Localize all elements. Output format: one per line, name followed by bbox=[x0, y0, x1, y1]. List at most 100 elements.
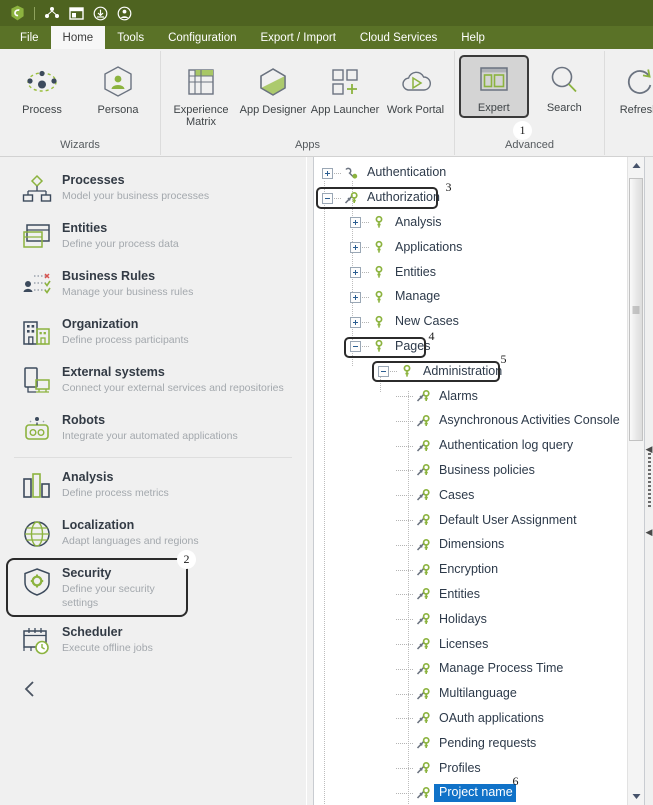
expander-plus-icon[interactable] bbox=[350, 316, 361, 328]
tree-node-default-user-assignment[interactable]: Default User Assignment bbox=[318, 508, 627, 533]
tree-node-dimensions[interactable]: Dimensions bbox=[318, 533, 627, 558]
persona-ribbon-button[interactable]: Persona bbox=[80, 57, 156, 120]
tree-node-asynchronous-activities-console[interactable]: Asynchronous Activities Console bbox=[318, 409, 627, 434]
sidebar-item-business-rules[interactable]: Business Rules Manage your business rule… bbox=[6, 261, 300, 309]
refresh-ribbon-button[interactable]: Refresh bbox=[609, 57, 653, 120]
sidebar-item-localization[interactable]: Localization Adapt languages and regions bbox=[6, 510, 300, 558]
tree-node-authentication-log-query[interactable]: Authentication log query bbox=[318, 434, 627, 459]
tree-label: Manage Process Time bbox=[439, 661, 564, 676]
tree-node-entities[interactable]: Entities bbox=[318, 260, 627, 285]
sidebar-item-robots[interactable]: Robots Integrate your automated applicat… bbox=[6, 405, 300, 453]
refresh-ribbon-label: Refresh bbox=[619, 104, 653, 116]
expander-plus-icon[interactable] bbox=[350, 267, 361, 279]
permission-key-icon bbox=[415, 736, 434, 752]
tree-node-analysis[interactable]: Analysis bbox=[318, 211, 627, 236]
ribbon-toolbar: Process Persona Wizards Experience Matri… bbox=[0, 49, 653, 157]
expert-ribbon-button[interactable]: Expert bbox=[459, 55, 529, 118]
expander-minus-icon[interactable] bbox=[378, 366, 389, 378]
tree-node-manage-process-time[interactable]: Manage Process Time bbox=[318, 657, 627, 682]
tree-node-profiles[interactable]: Profiles bbox=[318, 756, 627, 781]
tree-node-authentication[interactable]: Authentication bbox=[318, 161, 627, 186]
annotation-badge-1: 1 bbox=[513, 121, 532, 140]
expander-plus-icon[interactable] bbox=[322, 167, 333, 179]
sidebar-item-processes[interactable]: Processes Model your business processes bbox=[6, 165, 300, 213]
menu-tab-configuration[interactable]: Configuration bbox=[156, 26, 248, 49]
tree-label: Applications bbox=[395, 239, 463, 254]
scroll-down-button[interactable] bbox=[628, 788, 644, 805]
process-wizard-icon bbox=[23, 63, 61, 101]
menu-tab-tools[interactable]: Tools bbox=[105, 26, 156, 49]
ribbon-group-label-advanced: Advanced bbox=[505, 139, 554, 151]
menu-tab-cloud-services[interactable]: Cloud Services bbox=[348, 26, 449, 49]
work-portal-ribbon-button[interactable]: Work Portal bbox=[381, 57, 450, 120]
sidebar-item-scheduler[interactable]: Scheduler Execute offline jobs bbox=[6, 617, 300, 665]
splitter-collapse-down-icon[interactable]: ◀ bbox=[646, 528, 653, 537]
sidebar-collapse-button[interactable] bbox=[0, 665, 306, 704]
left-panel-splitter[interactable] bbox=[306, 157, 314, 805]
app-logo-icon[interactable] bbox=[6, 3, 28, 23]
scrollbar-track[interactable] bbox=[628, 174, 644, 788]
tree-node-authorization[interactable]: Authorization 3 bbox=[316, 180, 627, 211]
tree-node-administration[interactable]: Administration 5 bbox=[318, 352, 627, 384]
tree-label: Profiles bbox=[439, 760, 481, 775]
tree-connector bbox=[396, 768, 414, 770]
tree-connector bbox=[334, 172, 341, 174]
tree-node-encryption[interactable]: Encryption bbox=[318, 558, 627, 583]
expander-minus-icon[interactable] bbox=[322, 192, 333, 204]
tree-node-pages[interactable]: Pages 4 bbox=[318, 329, 627, 360]
download-circle-icon[interactable] bbox=[89, 3, 111, 23]
scrollbar-thumb[interactable] bbox=[629, 178, 643, 441]
sidebar-item-analysis[interactable]: Analysis Define process metrics bbox=[6, 462, 300, 510]
sidebar-item-external-systems[interactable]: External systems Connect your external s… bbox=[6, 357, 300, 405]
tree-node-new-cases[interactable]: New Cases bbox=[318, 310, 627, 335]
tree-node-business-policies[interactable]: Business policies bbox=[318, 459, 627, 484]
tree-connector bbox=[362, 346, 369, 348]
sidebar-item-entities[interactable]: Entities Define your process data bbox=[6, 213, 300, 261]
business-rules-icon bbox=[20, 268, 54, 302]
tree-node-holidays[interactable]: Holidays bbox=[318, 607, 627, 632]
sidebar-item-security[interactable]: Security Define your security settings 2 bbox=[6, 550, 196, 617]
expander-minus-icon[interactable] bbox=[350, 341, 361, 353]
annotation-badge-2: 2 bbox=[177, 550, 196, 569]
menu-tab-home[interactable]: Home bbox=[50, 26, 106, 49]
experience-matrix-ribbon-button[interactable]: Experience Matrix bbox=[165, 57, 237, 132]
tree-node-alarms[interactable]: Alarms bbox=[318, 384, 627, 409]
tree-connector bbox=[362, 247, 369, 249]
external-systems-icon bbox=[20, 364, 54, 398]
scroll-up-button[interactable] bbox=[628, 157, 644, 174]
tree-node-pending-requests[interactable]: Pending requests bbox=[318, 731, 627, 756]
search-icon bbox=[548, 61, 580, 99]
tree-node-multilanguage[interactable]: Multilanguage bbox=[318, 682, 627, 707]
right-panel-splitter[interactable]: ◀ ◀ bbox=[644, 157, 653, 805]
menu-tab-bar: File Home Tools Configuration Export / I… bbox=[0, 26, 653, 49]
tree-vertical-scrollbar[interactable] bbox=[627, 157, 644, 805]
window-layout-icon[interactable] bbox=[65, 3, 87, 23]
tree-node-oauth-applications[interactable]: OAuth applications bbox=[318, 707, 627, 732]
app-designer-ribbon-button[interactable]: App Designer bbox=[237, 57, 309, 120]
splitter-collapse-up-icon[interactable]: ◀ bbox=[646, 445, 653, 454]
tree-label: Entities bbox=[395, 264, 436, 279]
expander-plus-icon[interactable] bbox=[350, 291, 361, 303]
search-ribbon-button[interactable]: Search bbox=[529, 55, 600, 118]
expander-plus-icon[interactable] bbox=[350, 217, 361, 229]
organization-icon bbox=[20, 316, 54, 350]
sidebar-item-organization[interactable]: Organization Define process participants bbox=[6, 309, 300, 357]
tree-node-licenses[interactable]: Licenses bbox=[318, 632, 627, 657]
tree-node-cases[interactable]: Cases bbox=[318, 483, 627, 508]
sidebar-subtitle-business-rules: Manage your business rules bbox=[62, 286, 194, 298]
menu-tab-help[interactable]: Help bbox=[449, 26, 497, 49]
process-ribbon-button[interactable]: Process bbox=[4, 57, 80, 120]
process-nodes-icon[interactable] bbox=[41, 3, 63, 23]
user-circle-icon[interactable] bbox=[113, 3, 135, 23]
ribbon-group-advanced: Expert Search Advanced bbox=[454, 51, 604, 155]
tree-label: Analysis bbox=[395, 214, 442, 229]
menu-tab-export-import[interactable]: Export / Import bbox=[248, 26, 347, 49]
tree-node-entities-leaf[interactable]: Entities bbox=[318, 583, 627, 608]
tree-node-applications[interactable]: Applications bbox=[318, 235, 627, 260]
expander-plus-icon[interactable] bbox=[350, 242, 361, 254]
tree-node-manage[interactable]: Manage bbox=[318, 285, 627, 310]
sidebar-text-organization: Organization Define process participants bbox=[62, 316, 189, 347]
tree-node-project-name[interactable]: Project name 6 bbox=[318, 774, 627, 805]
menu-tab-file[interactable]: File bbox=[8, 26, 51, 49]
app-launcher-ribbon-button[interactable]: App Launcher bbox=[309, 57, 381, 120]
